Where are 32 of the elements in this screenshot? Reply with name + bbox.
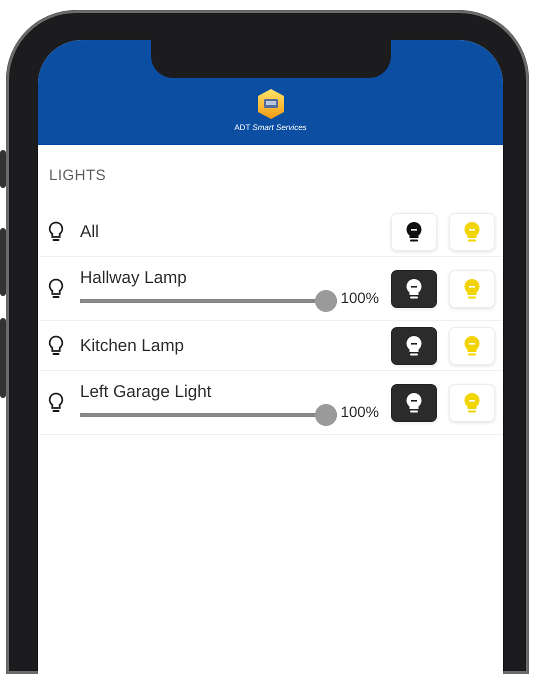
lightbulb-icon: [463, 334, 481, 356]
light-on-button[interactable]: [449, 270, 495, 308]
light-off-button[interactable]: [391, 384, 437, 422]
light-on-button[interactable]: [449, 326, 495, 364]
lightbulb-icon: [48, 220, 64, 242]
light-off-button[interactable]: [391, 326, 437, 364]
side-key-drawing: [0, 228, 6, 296]
light-name: Kitchen Lamp: [80, 334, 185, 357]
light-off-button[interactable]: [391, 270, 437, 308]
lightbulb-icon: [405, 220, 423, 242]
lightbulb-icon: [405, 334, 423, 356]
lightbulb-icon: [48, 392, 64, 414]
lightbulb-icon: [463, 278, 481, 300]
brightness-reading: 100%: [340, 403, 379, 424]
side-key-drawing: [0, 150, 6, 188]
light-name: Left Garage Light: [80, 380, 212, 403]
light-on-button[interactable]: [449, 384, 495, 422]
lightbulb-icon: [48, 334, 64, 356]
lightbulb-icon: [463, 392, 481, 414]
light-on-button[interactable]: [449, 212, 495, 250]
lightbulb-icon: [48, 278, 64, 300]
light-name: All: [80, 220, 100, 243]
brightness-reading: 100%: [340, 289, 379, 310]
slider-thumb[interactable]: [314, 290, 337, 312]
lightbulb-icon: [405, 278, 423, 300]
app-logo-icon: [256, 88, 286, 120]
lightbulb-icon: [463, 220, 481, 242]
section-title: LIGHTS: [48, 166, 108, 186]
slider-thumb[interactable]: [314, 404, 337, 426]
app-title: ADT Smart Services: [233, 122, 308, 134]
lightbulb-icon: [405, 392, 423, 414]
light-name: Hallway Lamp: [80, 266, 188, 289]
